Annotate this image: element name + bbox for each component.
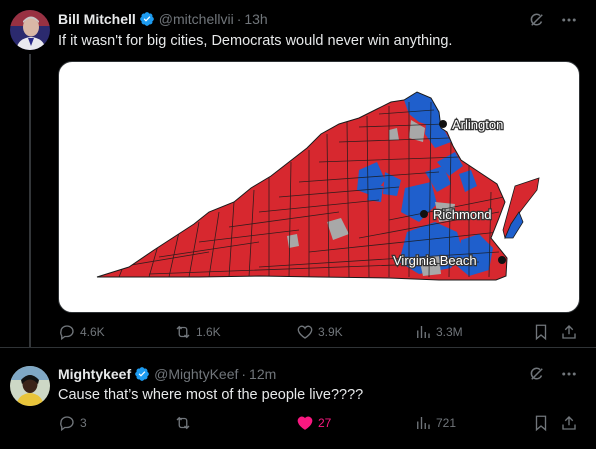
author-name[interactable]: Bill Mitchell [58,11,136,27]
views-icon [417,326,430,338]
arlington-label: Arlington [452,117,503,132]
arlington-marker [439,120,447,128]
views-count: 3.3M [436,325,463,339]
map-counties [97,92,507,280]
timestamp[interactable]: 12m [249,366,276,382]
more-icon[interactable] [560,365,578,388]
views-button[interactable]: 721 [414,413,456,433]
author-handle[interactable]: @MightyKeef [154,366,238,382]
thread-line [29,54,31,347]
separator-dot: · [236,11,242,27]
reply-button[interactable]: 3 [58,413,87,433]
like-button[interactable]: 27 [296,413,331,433]
views-icon [417,417,430,429]
tweet-text: If it wasn't for big cities, Democrats w… [58,33,453,49]
share-icon [562,325,576,339]
like-count: 3.9K [318,325,343,339]
repost-button[interactable] [174,413,196,433]
like-count: 27 [318,416,332,430]
reply-icon [60,416,74,432]
verified-badge-icon [134,366,150,382]
views-button[interactable]: 3.3M [414,322,463,342]
author-name[interactable]: Mightykeef [58,366,131,382]
virginia-beach-label: Virginia Beach [393,253,477,268]
more-icon[interactable] [560,11,578,34]
reply-button[interactable]: 4.6K [58,322,105,342]
repost-button[interactable]: 1.6K [174,322,221,342]
verified-badge-icon [139,11,155,27]
repost-count: 1.6K [196,325,221,339]
virginia-beach-marker [498,256,506,264]
share-button[interactable] [560,413,578,433]
reply-count: 4.6K [80,325,105,339]
grok-icon[interactable] [528,11,546,34]
tweet-2-top-actions [528,365,578,388]
share-button[interactable] [560,322,578,342]
separator-dot: · [241,366,247,382]
avatar-bill-mitchell[interactable] [10,10,50,50]
repost-icon [176,325,190,339]
timestamp[interactable]: 13h [244,11,267,27]
bookmark-icon [535,324,547,341]
tweet-2-actions: 3 27 721 [58,413,580,433]
reply-count: 3 [80,416,87,430]
bookmark-icon [535,415,547,432]
tweet-2[interactable]: Mightykeef @MightyKeef · 12m Cause that’… [0,348,596,449]
like-icon [297,325,313,339]
reply-icon [60,325,74,341]
share-icon [562,416,576,430]
author-handle[interactable]: @mitchellvii [159,11,234,27]
repost-icon [176,416,190,430]
views-count: 721 [436,416,457,430]
like-icon [297,416,313,430]
eastern-shore [502,177,540,240]
like-button[interactable]: 3.9K [296,322,343,342]
tweet-1[interactable]: Bill Mitchell @mitchellvii · 13h If it w… [0,0,596,347]
bookmark-button[interactable] [532,322,550,342]
grok-icon[interactable] [528,365,546,388]
tweet-2-header: Mightykeef @MightyKeef · 12m [58,364,276,384]
tweet-1-header: Bill Mitchell @mitchellvii · 13h [58,9,268,29]
avatar-mightykeef[interactable] [10,366,50,406]
virginia-county-map-image[interactable]: Arlington Richmond Virginia Beach [58,61,580,313]
richmond-marker [420,210,428,218]
tweet-1-actions: 4.6K 1.6K 3.9K 3.3M [58,322,580,342]
bookmark-button[interactable] [532,413,550,433]
tweet-text: Cause that’s where most of the people li… [58,387,364,403]
tweet-1-top-actions [528,11,578,34]
richmond-label: Richmond [433,207,492,222]
